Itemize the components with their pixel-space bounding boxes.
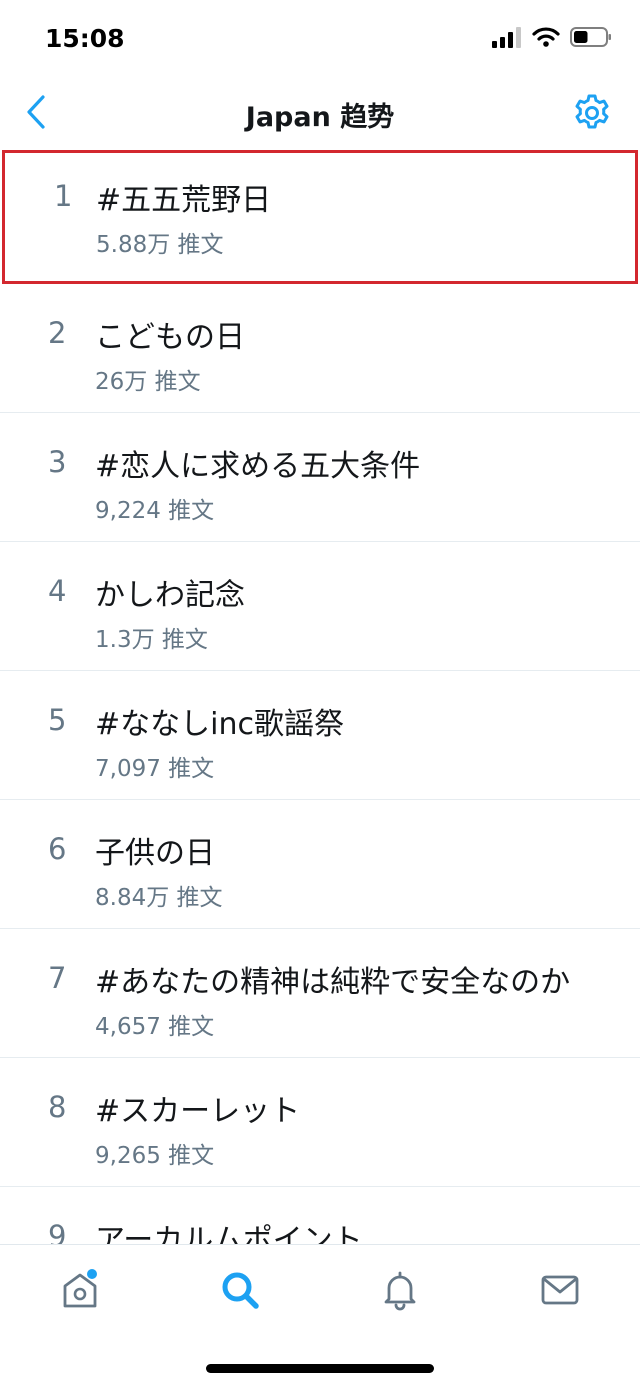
trend-tweet-count: 26万 推文	[95, 369, 201, 395]
trend-rank: 7	[48, 961, 67, 995]
trend-name: 子供の日	[95, 836, 215, 871]
home-icon	[63, 1269, 97, 1308]
page-title: Japan 趋势	[245, 102, 395, 133]
tab-notifications[interactable]	[375, 1265, 425, 1315]
bottom-tab-bar	[0, 1244, 640, 1387]
trend-rank: 1	[54, 179, 73, 213]
trend-row-5[interactable]: 5 #ななしinc歌謡祭 7,097 推文	[0, 671, 640, 800]
status-bar: 15:08	[0, 0, 640, 80]
trend-name: #あなたの精神は純粋で安全なのか	[95, 965, 571, 1000]
trend-tweet-count: 9,265 推文	[95, 1143, 215, 1169]
bell-icon	[384, 1271, 416, 1311]
trend-name: こどもの日	[95, 320, 245, 355]
status-time: 15:08	[45, 24, 125, 53]
trend-tweet-count: 1.3万 推文	[95, 627, 208, 653]
signal-icon	[492, 27, 521, 48]
trend-name: アーカルムポイント	[95, 1223, 363, 1244]
settings-button[interactable]	[572, 93, 612, 133]
trend-rank: 8	[48, 1090, 67, 1124]
trend-name: #ななしinc歌謡祭	[95, 707, 344, 742]
trend-rank: 9	[48, 1219, 67, 1244]
trend-rank: 6	[48, 832, 67, 866]
navigation-bar: Japan 趋势	[0, 80, 640, 146]
notification-dot	[87, 1269, 97, 1279]
tab-search[interactable]	[215, 1265, 265, 1315]
trend-tweet-count: 7,097 推文	[95, 756, 215, 782]
trend-name: かしわ記念	[95, 578, 245, 613]
trend-row-4[interactable]: 4 かしわ記念 1.3万 推文	[0, 542, 640, 671]
status-icons	[492, 26, 612, 48]
trend-row-1[interactable]: 1 #五五荒野日 5.88万 推文	[2, 150, 638, 284]
trends-list: 1 #五五荒野日 5.88万 推文 2 こどもの日 26万 推文 3 #恋人に求…	[0, 146, 640, 1244]
trend-row-9[interactable]: 9 アーカルムポイント	[0, 1187, 640, 1244]
trend-rank: 5	[48, 703, 67, 737]
trend-row-6[interactable]: 6 子供の日 8.84万 推文	[0, 800, 640, 929]
trend-tweet-count: 9,224 推文	[95, 498, 215, 524]
trend-row-8[interactable]: 8 #スカーレット 9,265 推文	[0, 1058, 640, 1187]
trend-row-3[interactable]: 3 #恋人に求める五大条件 9,224 推文	[0, 413, 640, 542]
trend-name: #五五荒野日	[96, 183, 272, 218]
search-icon	[222, 1272, 259, 1309]
trend-tweet-count: 5.88万 推文	[96, 232, 224, 258]
mail-icon	[541, 1275, 579, 1305]
trend-rank: 3	[48, 445, 67, 479]
gear-icon	[575, 94, 609, 129]
trend-name: #恋人に求める五大条件	[95, 449, 421, 484]
trend-tweet-count: 4,657 推文	[95, 1014, 215, 1040]
battery-icon	[570, 27, 611, 47]
trend-tweet-count: 8.84万 推文	[95, 885, 223, 911]
wifi-icon	[532, 27, 560, 47]
trend-row-2[interactable]: 2 こどもの日 26万 推文	[0, 284, 640, 413]
trend-name: #スカーレット	[95, 1094, 301, 1129]
trend-rank: 4	[48, 574, 67, 608]
tab-messages[interactable]	[535, 1265, 585, 1315]
tab-home[interactable]	[55, 1265, 105, 1315]
trend-row-7[interactable]: 7 #あなたの精神は純粋で安全なのか 4,657 推文	[0, 929, 640, 1058]
trend-rank: 2	[48, 316, 67, 350]
home-indicator[interactable]	[206, 1364, 434, 1373]
